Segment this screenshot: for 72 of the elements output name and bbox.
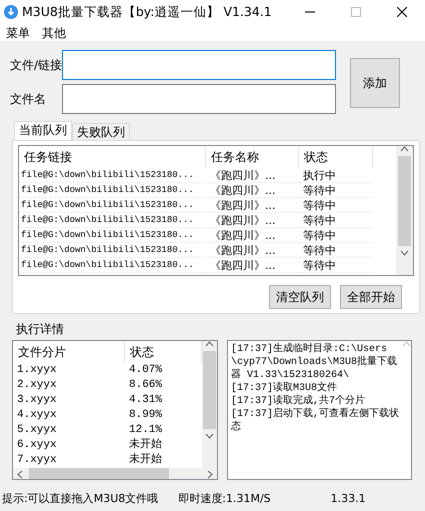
table-cell: 等待中 <box>299 183 373 198</box>
table-cell: file@G:\down\bilibili\1523180... <box>19 258 206 273</box>
right-icon <box>207 470 213 479</box>
table-cell-text: 8.99% <box>128 408 164 423</box>
menu-item[interactable]: 其他 <box>42 24 66 41</box>
menu-item[interactable]: 菜单 <box>6 24 30 41</box>
down-icon <box>400 250 409 256</box>
table-cell-text: 7.xyyx <box>16 453 58 468</box>
table-cell: 等待中 <box>299 228 373 243</box>
table-cell-text: 8.66% <box>128 378 164 393</box>
text-field[interactable] <box>62 84 336 114</box>
queue-button[interactable]: 全部开始 <box>340 285 402 309</box>
log-line: [17:37]启动下载,可查看左侧下载状态 <box>231 408 399 434</box>
table-cell-text: 2.xyyx <box>16 378 58 393</box>
table-cell: 等待中 <box>299 258 373 273</box>
log-line: [17:37]读取完成,共7个分片 <box>231 395 366 408</box>
scrollbar[interactable] <box>396 146 413 275</box>
add-button[interactable]: 添加 <box>350 58 400 108</box>
table-cell-text: 4.31% <box>128 393 164 408</box>
table-cell: file@G:\down\bilibili\1523180... <box>19 168 206 183</box>
table-cell: 等待中 <box>299 243 373 258</box>
horizontal-scrollbar[interactable] <box>13 468 217 479</box>
section-title: 执行详情 <box>16 322 64 336</box>
up-icon <box>205 341 214 347</box>
queue-button[interactable]: 清空队列 <box>269 285 331 309</box>
table-cell: 等待中 <box>299 198 373 213</box>
scrollbar[interactable] <box>202 341 217 468</box>
table-cell: 《跑四川》... <box>206 168 299 183</box>
log-line: [17:37]读取M3U8文件 <box>231 382 338 394</box>
table-cell: file@G:\down\bilibili\1523180... <box>19 228 206 243</box>
table-cell-text: 12.1% <box>128 423 164 438</box>
log-line: [17:37]生成临时目录:C:\Users\cyp77\Downloads\M3U8批量下载器 V1.33\1523180264\ <box>231 343 398 382</box>
table-cell-text: 4.xyyx <box>16 408 58 423</box>
up-icon <box>402 341 411 347</box>
column-header[interactable]: 任务链接 <box>19 146 206 168</box>
field-label: 文件/链接 <box>9 57 62 74</box>
table-cell: 《跑四川》... <box>206 228 299 243</box>
tab[interactable]: 失败队列 <box>72 123 130 140</box>
table-cell: file@G:\down\bilibili\1523180... <box>19 243 206 258</box>
download-icon <box>4 5 18 19</box>
table-cell: file@G:\down\bilibili\1523180... <box>19 213 206 228</box>
text-field[interactable] <box>62 50 336 80</box>
table-cell: 《跑四川》... <box>206 258 299 273</box>
field-label: 文件名 <box>9 91 47 108</box>
status-text: 1.33.1 <box>330 490 366 507</box>
table-cell: 《跑四川》... <box>206 243 299 258</box>
tab[interactable]: 当前队列 <box>14 121 72 140</box>
up-icon <box>400 146 409 152</box>
table-cell-text: 4.07% <box>128 363 164 378</box>
table-cell-text: 未开始 <box>128 453 163 468</box>
close-icon <box>397 7 407 17</box>
table-cell-text: 3.xyyx <box>16 393 58 408</box>
table-cell-text: 1.xyyx <box>16 363 58 378</box>
column-header[interactable]: 任务名称 <box>206 146 299 168</box>
table-cell: file@G:\down\bilibili\1523180... <box>19 198 206 213</box>
table-cell: 等待中 <box>299 213 373 228</box>
table-cell-text: 未开始 <box>128 438 163 453</box>
table-cell: file@G:\down\bilibili\1523180... <box>19 183 206 198</box>
table-cell: 执行中 <box>299 168 373 183</box>
table-cell: 《跑四川》... <box>206 183 299 198</box>
down-icon <box>205 433 214 439</box>
left-icon <box>17 470 23 479</box>
table-cell-text: 5.xyyx <box>16 423 58 438</box>
table-cell: 《跑四川》... <box>206 213 299 228</box>
table-cell-text: 6.xyyx <box>16 438 58 453</box>
maximize-icon <box>351 7 361 17</box>
status-text: 即时速度:1.31M/S <box>178 490 271 507</box>
window-title: M3U8批量下载器【by:逍遥一仙】 V1.34.1 <box>22 2 272 21</box>
status-text: 提示:可以直接拖入M3U8文件哦 <box>2 490 158 507</box>
table-cell: 《跑四川》... <box>206 198 299 213</box>
column-header[interactable]: 文件分片 <box>13 341 125 363</box>
column-header[interactable]: 状态 <box>299 146 373 168</box>
